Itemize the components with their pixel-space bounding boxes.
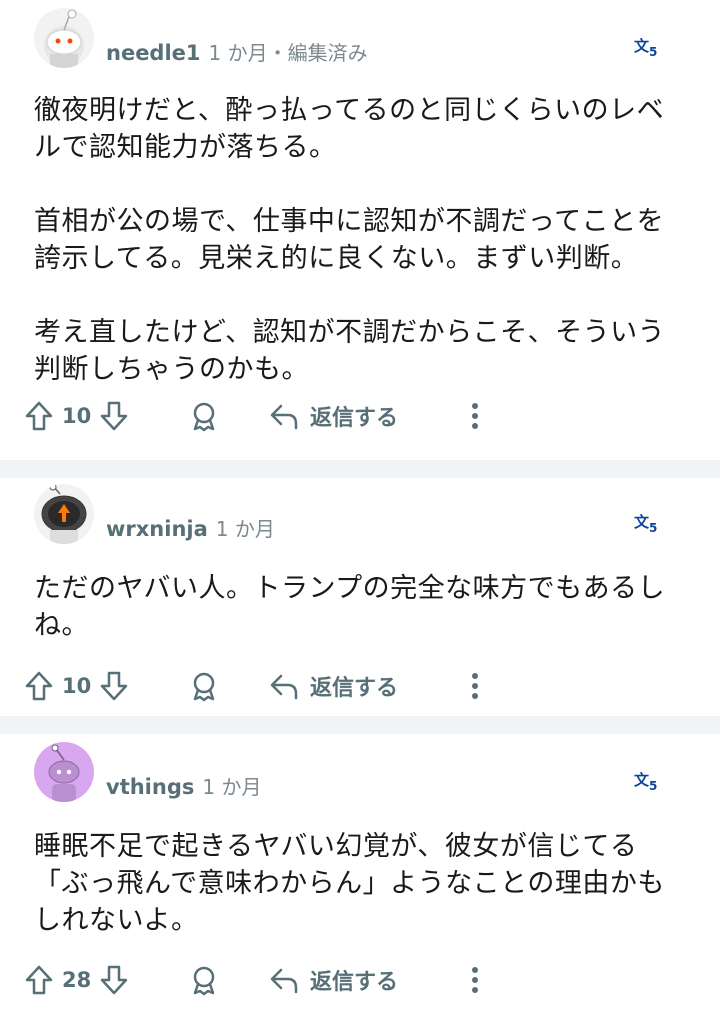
more-button[interactable] bbox=[468, 960, 482, 1000]
reply-icon bbox=[270, 674, 298, 700]
translate-icon[interactable]: 文 5 bbox=[634, 36, 660, 62]
comment-actions: 10 返信する bbox=[0, 666, 720, 706]
username[interactable]: vthings 1 か月 bbox=[106, 771, 261, 800]
svg-text:5: 5 bbox=[649, 45, 657, 58]
downvote-icon[interactable] bbox=[99, 670, 129, 702]
comment-body: 徹夜明けだと、酔っ払ってるのと同じくらいのレベ ルで認知能力が落ちる。 首相が公… bbox=[34, 95, 666, 385]
username[interactable]: wrxninja 1 か月 bbox=[106, 513, 275, 542]
vote-controls: 10 bbox=[24, 396, 129, 436]
more-icon bbox=[472, 967, 478, 993]
translate-icon[interactable]: 文 5 bbox=[634, 770, 660, 796]
reply-icon bbox=[270, 968, 298, 994]
svg-text:5: 5 bbox=[649, 779, 657, 792]
award-icon bbox=[193, 402, 215, 432]
downvote-icon[interactable] bbox=[99, 400, 129, 432]
vote-count: 10 bbox=[62, 404, 92, 428]
comment-2: wrxninja 1 か月 文 5 ただのヤバい人。トランプの完全な味方でもあるし… bbox=[0, 478, 720, 716]
award-button[interactable] bbox=[188, 396, 220, 436]
vote-count: 10 bbox=[62, 674, 92, 698]
avatar[interactable] bbox=[34, 8, 94, 68]
comment-1: needle1 1 か月・編集済み 文 5 徹夜明けだと、酔っ払ってるのと同じくら… bbox=[0, 0, 720, 460]
comment-header: wrxninja 1 か月 文 5 bbox=[0, 478, 720, 548]
upvote-icon[interactable] bbox=[24, 400, 54, 432]
timestamp: 1 か月・編集済み bbox=[208, 41, 368, 65]
more-icon bbox=[472, 403, 478, 429]
translate-icon[interactable]: 文 5 bbox=[634, 512, 660, 538]
comment-header: needle1 1 か月・編集済み 文 5 bbox=[0, 0, 720, 70]
upvote-icon[interactable] bbox=[24, 670, 54, 702]
comment-3: vthings 1 か月 文 5 睡眠不足で起きるヤバい幻覚が、彼女が信じてる 「… bbox=[0, 734, 720, 1010]
vote-controls: 28 bbox=[24, 960, 129, 1000]
comment-separator bbox=[0, 716, 720, 734]
reply-button[interactable]: 返信する bbox=[268, 666, 398, 706]
reply-button[interactable]: 返信する bbox=[268, 960, 398, 1000]
award-icon bbox=[193, 966, 215, 996]
vote-count: 28 bbox=[62, 968, 92, 992]
comment-actions: 28 返信する bbox=[0, 960, 720, 1000]
vote-controls: 10 bbox=[24, 666, 129, 706]
username-text[interactable]: vthings bbox=[106, 775, 194, 799]
comment-separator bbox=[0, 460, 720, 478]
more-button[interactable] bbox=[468, 396, 482, 436]
comment-body: ただのヤバい人。トランプの完全な味方でもあるし ね。 bbox=[34, 573, 666, 641]
award-button[interactable] bbox=[188, 666, 220, 706]
reply-label: 返信する bbox=[310, 676, 399, 701]
more-button[interactable] bbox=[468, 666, 482, 706]
username-text[interactable]: needle1 bbox=[106, 41, 201, 65]
award-icon bbox=[193, 672, 215, 702]
avatar[interactable] bbox=[34, 742, 94, 802]
svg-text:文: 文 bbox=[634, 37, 650, 55]
reply-label: 返信する bbox=[310, 406, 399, 431]
upvote-icon[interactable] bbox=[24, 964, 54, 996]
award-button[interactable] bbox=[188, 960, 220, 1000]
comment-header: vthings 1 か月 文 5 bbox=[0, 734, 720, 804]
comment-actions: 10 返信する bbox=[0, 396, 720, 436]
svg-text:文: 文 bbox=[634, 771, 650, 789]
svg-text:文: 文 bbox=[634, 513, 650, 531]
reply-icon bbox=[270, 404, 298, 430]
avatar[interactable] bbox=[34, 484, 94, 544]
downvote-icon[interactable] bbox=[99, 964, 129, 996]
timestamp: 1 か月 bbox=[215, 517, 275, 541]
svg-text:5: 5 bbox=[649, 521, 657, 534]
reply-label: 返信する bbox=[310, 970, 399, 995]
reply-button[interactable]: 返信する bbox=[268, 396, 398, 436]
username-text[interactable]: wrxninja bbox=[106, 517, 208, 541]
comment-body: 睡眠不足で起きるヤバい幻覚が、彼女が信じてる 「ぶっ飛んで意味わからん」ようなこ… bbox=[34, 831, 665, 936]
username[interactable]: needle1 1 か月・編集済み bbox=[106, 37, 368, 66]
more-icon bbox=[472, 673, 478, 699]
timestamp: 1 か月 bbox=[202, 775, 262, 799]
